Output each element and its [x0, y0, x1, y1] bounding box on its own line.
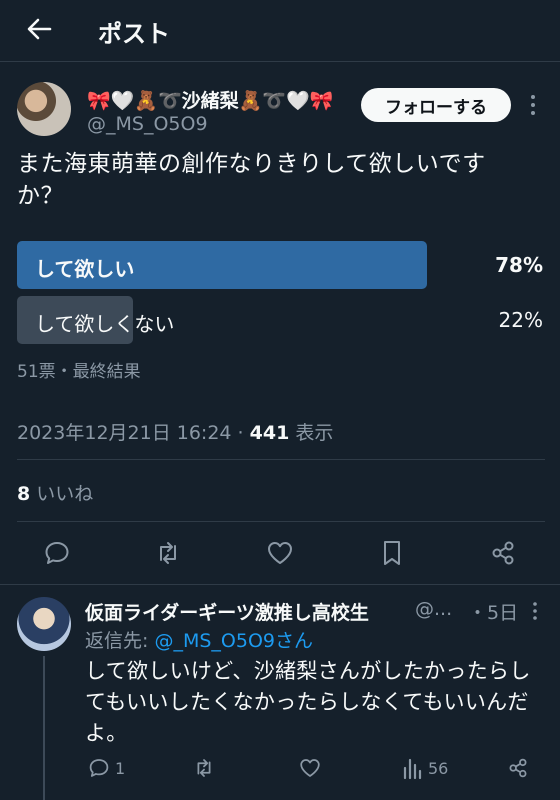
- like-heart-icon[interactable]: [265, 538, 295, 568]
- reply-count: 1: [115, 758, 126, 778]
- bookmark-icon[interactable]: [377, 538, 407, 568]
- reply-share-button[interactable]: [506, 754, 530, 782]
- tweet-author: 🎀🤍🧸➰沙緒梨🧸➰🤍🎀 @_MS_O5O9 フォローする: [17, 82, 547, 138]
- repost-icon[interactable]: [153, 538, 183, 568]
- reply-repost-button[interactable]: [192, 754, 216, 782]
- poll-option-winner: して欲しい 78%: [17, 241, 543, 289]
- author-handle[interactable]: @_MS_O5O9: [87, 113, 208, 135]
- timestamp-text[interactable]: 2023年12月21日 16:24 ·: [17, 422, 250, 444]
- page-title: ポスト: [98, 20, 170, 48]
- reply-like-button[interactable]: [298, 754, 322, 782]
- reply-icon[interactable]: [42, 538, 72, 568]
- tweet-text-line: また海東萌華の創作なりきりして欲しいです: [17, 151, 486, 177]
- more-options-icon[interactable]: [525, 90, 541, 120]
- divider: [17, 459, 545, 460]
- back-arrow-icon[interactable]: [24, 14, 54, 44]
- thread-line: [43, 656, 45, 800]
- poll-results-meta: 51票・最終結果: [17, 362, 141, 382]
- divider: [0, 584, 560, 585]
- reply-to-handle-link[interactable]: @_MS_O5O9さん: [154, 630, 313, 652]
- tweet-timestamp: 2023年12月21日 16:24 · 441 表示: [17, 418, 333, 445]
- reply-avatar[interactable]: [17, 597, 71, 651]
- share-icon: [509, 758, 527, 778]
- likes-count: 8: [17, 483, 31, 505]
- poll-option-label: して欲しくない: [35, 312, 175, 336]
- reply-to-prefix: 返信先:: [85, 630, 155, 652]
- poll-option-label: して欲しい: [35, 257, 135, 281]
- share-icon[interactable]: [488, 538, 518, 568]
- reply-to: 返信先: @_MS_O5O9さん: [85, 626, 313, 653]
- top-bar: ポスト: [0, 0, 560, 62]
- poll-option-percent: 78%: [495, 253, 543, 277]
- likes-label: いいね: [30, 483, 94, 505]
- avatar[interactable]: [17, 82, 71, 136]
- poll-option: して欲しくない 22%: [17, 296, 543, 344]
- reply-reply-button[interactable]: 1: [87, 754, 125, 782]
- reply-author-name[interactable]: 仮面ライダーギーツ激推し高校生: [85, 598, 369, 625]
- author-display-name[interactable]: 🎀🤍🧸➰沙緒梨🧸➰🤍🎀: [87, 86, 333, 113]
- reply-more-options-icon[interactable]: [528, 598, 542, 624]
- likes-summary[interactable]: 8 いいね: [17, 479, 93, 506]
- reply-author-handle[interactable]: @...: [415, 598, 452, 620]
- like-heart-icon: [300, 759, 320, 777]
- reply-views-button[interactable]: 56: [402, 754, 448, 782]
- views-label: 表示: [289, 422, 334, 444]
- views-count: 441: [249, 422, 290, 444]
- reply-icon: [89, 759, 109, 777]
- divider: [17, 521, 545, 522]
- tweet-text: また海東萌華の創作なりきりして欲しいです か？: [17, 148, 547, 212]
- reply-date[interactable]: ・5日: [468, 598, 518, 625]
- reply-views-count: 56: [428, 758, 449, 778]
- follow-button[interactable]: フォローする: [361, 88, 511, 122]
- reply-text: して欲しいけど、沙緒梨さんがしたかったらしてもいいしたくなかったらしなくてもいい…: [85, 659, 531, 745]
- repost-icon: [197, 759, 211, 777]
- analytics-bar-icon: [403, 758, 422, 780]
- tweet-text-line: か？: [17, 183, 64, 209]
- poll-option-percent: 22%: [498, 308, 543, 332]
